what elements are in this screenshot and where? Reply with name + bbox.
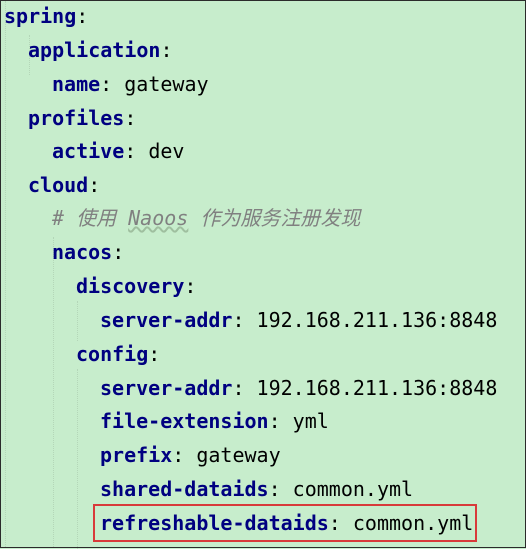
yaml-line-discovery: discovery: (76, 269, 196, 303)
yaml-line-config: config: (76, 337, 160, 371)
colon: : (100, 72, 113, 96)
yaml-line-config-server-addr: server-addr: 192.168.211.136:8848 (100, 371, 497, 405)
colon: : (76, 4, 89, 28)
colon: : (232, 308, 245, 332)
yaml-line-nacos: nacos: (52, 235, 124, 269)
colon: : (268, 409, 281, 433)
colon: : (184, 274, 197, 298)
yaml-value: 192.168.211.136:8848 (256, 308, 498, 332)
yaml-line-active: active: dev (52, 134, 184, 168)
yaml-key: profiles (28, 106, 125, 130)
comment-prefix: # 使用 (52, 206, 129, 230)
yaml-key: server-addr (100, 308, 233, 332)
code-editor[interactable]: spring: application: name: gateway profi… (0, 0, 526, 549)
highlight-box (93, 504, 477, 542)
colon: : (88, 173, 101, 197)
yaml-value: common.yml (292, 477, 414, 501)
yaml-key: discovery (76, 274, 185, 298)
colon: : (124, 139, 137, 163)
colon: : (172, 443, 185, 467)
yaml-key: name (52, 72, 101, 96)
indent-guide (77, 369, 78, 549)
yaml-line-discovery-server-addr: server-addr: 192.168.211.136:8848 (100, 303, 497, 337)
yaml-key: nacos (52, 240, 113, 264)
colon: : (148, 342, 161, 366)
comment-suffix: 作为服务注册发现 (188, 206, 361, 230)
yaml-line-application: application: (28, 33, 173, 67)
yaml-line-file-extension: file-extension: yml (100, 404, 329, 438)
yaml-line-spring: spring: (4, 0, 88, 33)
yaml-value: 192.168.211.136:8848 (256, 376, 498, 400)
yaml-line-profiles: profiles: (28, 101, 136, 135)
yaml-value: dev (148, 139, 185, 163)
yaml-key: spring (4, 4, 77, 28)
yaml-line-prefix: prefix: gateway (100, 438, 281, 472)
comment-word: Naoos (128, 206, 189, 230)
colon: : (124, 106, 137, 130)
yaml-key: cloud (28, 173, 89, 197)
yaml-comment: # 使用 Naoos 作为服务注册发现 (52, 201, 360, 235)
yaml-key: prefix (100, 443, 173, 467)
yaml-key: shared-dataids (100, 477, 269, 501)
yaml-key: file-extension (100, 409, 269, 433)
indent-guide (77, 301, 78, 341)
colon: : (268, 477, 281, 501)
colon: : (232, 376, 245, 400)
yaml-key: server-addr (100, 376, 233, 400)
yaml-key: active (52, 139, 125, 163)
yaml-value: gateway (196, 443, 281, 467)
yaml-value: gateway (124, 72, 209, 96)
indent-guide (53, 237, 54, 547)
indent-guide (5, 1, 6, 547)
yaml-line-cloud: cloud: (28, 168, 100, 202)
yaml-line-name: name: gateway (52, 67, 209, 101)
yaml-key: application (28, 38, 161, 62)
colon: : (160, 38, 173, 62)
colon: : (112, 240, 125, 264)
yaml-key: config (76, 342, 149, 366)
yaml-line-shared-dataids: shared-dataids: common.yml (100, 472, 413, 506)
yaml-value: yml (292, 409, 329, 433)
